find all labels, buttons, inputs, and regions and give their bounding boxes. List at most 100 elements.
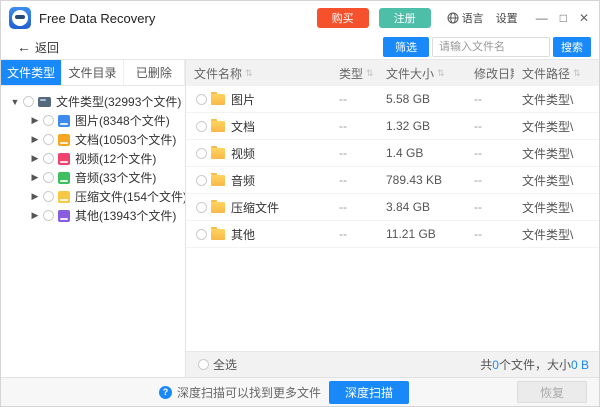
recover-button[interactable]: 恢复 (517, 381, 587, 403)
table-row[interactable]: 其他 -- 11.21 GB -- 文件类型\ (186, 221, 599, 248)
tree-node-images[interactable]: ▶ 图片(8348个文件) (1, 111, 185, 130)
row-checkbox[interactable] (196, 175, 207, 186)
file-table: 文件名称 ⇅ 类型 ⇅ 文件大小 ⇅ 修改日期 ⇅ 文件路径 ⇅ (186, 60, 599, 377)
caret-right-icon[interactable]: ▶ (29, 191, 41, 202)
tree-item-checkbox[interactable] (43, 210, 54, 221)
tab-file-directory[interactable]: 文件目录 (62, 60, 123, 85)
tree-item-checkbox[interactable] (43, 191, 54, 202)
audio-category-icon (58, 172, 70, 184)
folder-icon (211, 94, 225, 105)
select-all-radio-icon[interactable] (198, 359, 209, 370)
select-all-label: 全选 (213, 356, 237, 373)
row-size: 5.58 GB (378, 92, 466, 106)
row-type: -- (331, 173, 378, 187)
sort-icon[interactable]: ⇅ (366, 68, 374, 79)
settings-button[interactable]: 设置 (496, 10, 518, 26)
search-input[interactable] (432, 37, 550, 57)
selected-count: 0 (492, 358, 499, 372)
row-checkbox[interactable] (196, 148, 207, 159)
deep-scan-button[interactable]: 深度扫描 (329, 381, 409, 404)
minimize-icon[interactable]: — (536, 12, 548, 24)
row-type: -- (331, 119, 378, 133)
row-date: -- (466, 92, 514, 106)
tree-item-checkbox[interactable] (43, 134, 54, 145)
tab-file-type[interactable]: 文件类型 (1, 60, 62, 85)
tree-item-checkbox[interactable] (43, 153, 54, 164)
row-path: 文件类型\ (514, 199, 599, 216)
column-header-name[interactable]: 文件名称 ⇅ (186, 65, 331, 82)
tree-node-documents[interactable]: ▶ 文档(10503个文件) (1, 130, 185, 149)
toolbar: ← 返回 筛选 搜索 (1, 35, 599, 59)
row-date: -- (466, 119, 514, 133)
back-button[interactable]: ← 返回 (17, 39, 59, 56)
column-header-date[interactable]: 修改日期 ⇅ (466, 65, 514, 82)
tree-item-checkbox[interactable] (43, 115, 54, 126)
row-name: 视频 (231, 145, 255, 162)
row-size: 3.84 GB (378, 200, 466, 214)
close-icon[interactable]: ✕ (579, 12, 589, 24)
tree-node-label: 压缩文件(154个文件) (75, 188, 185, 205)
row-checkbox[interactable] (196, 202, 207, 213)
row-type: -- (331, 146, 378, 160)
tree-node-audio[interactable]: ▶ 音频(33个文件) (1, 168, 185, 187)
caret-right-icon[interactable]: ▶ (29, 115, 41, 126)
row-name: 文档 (231, 118, 255, 135)
register-button[interactable]: 注册 (379, 8, 431, 28)
window-controls: — □ ✕ (536, 12, 589, 24)
row-name: 音频 (231, 172, 255, 189)
folder-icon (211, 175, 225, 186)
tree-root-checkbox[interactable] (23, 96, 34, 107)
row-checkbox[interactable] (196, 229, 207, 240)
caret-right-icon[interactable]: ▶ (29, 134, 41, 145)
row-size: 1.32 GB (378, 119, 466, 133)
column-header-path[interactable]: 文件路径 ⇅ (514, 65, 599, 82)
table-row[interactable]: 音频 -- 789.43 KB -- 文件类型\ (186, 167, 599, 194)
table-row[interactable]: 压缩文件 -- 3.84 GB -- 文件类型\ (186, 194, 599, 221)
row-path: 文件类型\ (514, 118, 599, 135)
column-header-type[interactable]: 类型 ⇅ (331, 65, 378, 82)
table-row[interactable]: 文档 -- 1.32 GB -- 文件类型\ (186, 113, 599, 140)
caret-right-icon[interactable]: ▶ (29, 172, 41, 183)
content-area: 文件类型 文件目录 已删除 ▼ 文件类型(32993个文件) ▶ 图片(8348… (1, 59, 599, 377)
tree-node-videos[interactable]: ▶ 视频(12个文件) (1, 149, 185, 168)
sort-icon[interactable]: ⇅ (245, 68, 253, 79)
deep-scan-hint: ? 深度扫描可以找到更多文件 (159, 384, 321, 401)
row-size: 789.43 KB (378, 173, 466, 187)
select-all-checkbox[interactable]: 全选 (196, 356, 237, 373)
table-row[interactable]: 图片 -- 5.58 GB -- 文件类型\ (186, 86, 599, 113)
row-checkbox[interactable] (196, 94, 207, 105)
caret-down-icon[interactable]: ▼ (9, 97, 21, 107)
tree-node-label: 音频(33个文件) (75, 169, 156, 186)
tree-item-checkbox[interactable] (43, 172, 54, 183)
globe-icon (447, 12, 459, 24)
tab-deleted[interactable]: 已删除 (124, 60, 185, 85)
tree-node-archives[interactable]: ▶ 压缩文件(154个文件) (1, 187, 185, 206)
search-button[interactable]: 搜索 (553, 37, 591, 57)
image-category-icon (58, 115, 70, 127)
row-name: 其他 (231, 226, 255, 243)
buy-button[interactable]: 购买 (317, 8, 369, 28)
tree-node-root[interactable]: ▼ 文件类型(32993个文件) (1, 92, 185, 111)
caret-right-icon[interactable]: ▶ (29, 153, 41, 164)
titlebar: Free Data Recovery 购买 注册 语言 设置 — □ ✕ (1, 1, 599, 35)
tree-node-other[interactable]: ▶ 其他(13943个文件) (1, 206, 185, 225)
column-header-size[interactable]: 文件大小 ⇅ (378, 65, 466, 82)
caret-right-icon[interactable]: ▶ (29, 210, 41, 221)
row-path: 文件类型\ (514, 226, 599, 243)
deep-scan-hint-text: 深度扫描可以找到更多文件 (177, 384, 321, 401)
file-type-tree: ▼ 文件类型(32993个文件) ▶ 图片(8348个文件) ▶ 文档(1050… (1, 86, 185, 377)
row-date: -- (466, 200, 514, 214)
row-type: -- (331, 92, 378, 106)
sort-icon[interactable]: ⇅ (573, 68, 581, 79)
tree-node-label: 文档(10503个文件) (75, 131, 176, 148)
row-path: 文件类型\ (514, 145, 599, 162)
row-checkbox[interactable] (196, 121, 207, 132)
language-button[interactable]: 语言 (447, 10, 484, 26)
app-window: Free Data Recovery 购买 注册 语言 设置 — □ ✕ ← 返… (0, 0, 600, 407)
table-row[interactable]: 视频 -- 1.4 GB -- 文件类型\ (186, 140, 599, 167)
sort-icon[interactable]: ⇅ (437, 68, 445, 79)
maximize-icon[interactable]: □ (560, 12, 567, 24)
filter-button[interactable]: 筛选 (383, 37, 429, 57)
row-date: -- (466, 173, 514, 187)
selection-bar: 全选 共0个文件，大小0 B (186, 351, 599, 377)
